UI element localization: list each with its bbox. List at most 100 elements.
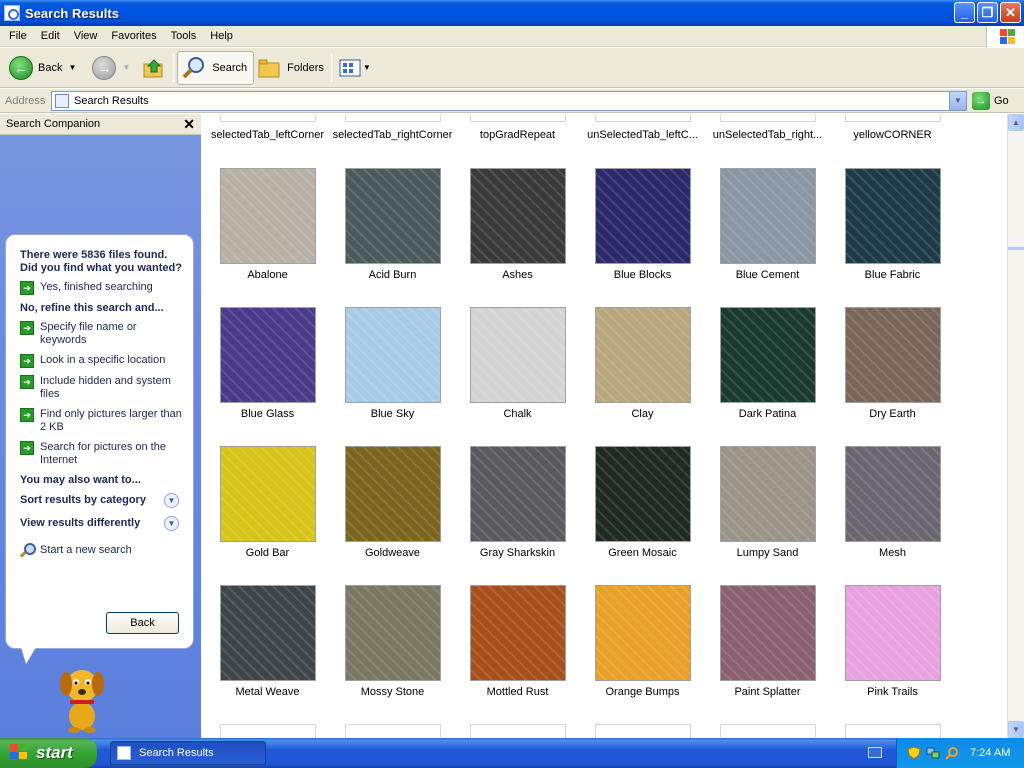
maximize-button[interactable]: ❐ bbox=[977, 2, 998, 23]
thumbnail-label[interactable]: Mottled Rust bbox=[455, 686, 580, 698]
thumbnail-item[interactable]: Gold Bar bbox=[205, 446, 330, 571]
sort-results-expander[interactable]: Sort results by category ▼ bbox=[20, 493, 183, 508]
texture-thumbnail[interactable] bbox=[720, 168, 816, 264]
thumbnail-item[interactable]: Metal Weave bbox=[205, 585, 330, 710]
texture-thumbnail[interactable] bbox=[470, 585, 566, 681]
thumbnail-label[interactable]: Abalone bbox=[205, 269, 330, 281]
partial-thumbnail[interactable] bbox=[220, 724, 316, 738]
menu-help[interactable]: Help bbox=[203, 30, 240, 42]
thumbnail-label[interactable]: Mossy Stone bbox=[330, 686, 455, 698]
texture-thumbnail[interactable] bbox=[595, 585, 691, 681]
thumbnail-item[interactable]: Clay bbox=[580, 307, 705, 432]
thumbnail-item[interactable]: Mesh bbox=[830, 446, 955, 571]
menu-view[interactable]: View bbox=[67, 30, 105, 42]
thumbnail-label[interactable]: Dry Earth bbox=[830, 408, 955, 420]
partial-thumbnail[interactable] bbox=[345, 724, 441, 738]
thumbnail-label[interactable]: Blue Cement bbox=[705, 269, 830, 281]
network-icon[interactable] bbox=[926, 746, 940, 760]
menu-favorites[interactable]: Favorites bbox=[104, 30, 163, 42]
view-results-expander[interactable]: View results differently ▼ bbox=[20, 516, 183, 531]
thumbnail-label[interactable]: Chalk bbox=[455, 408, 580, 420]
texture-thumbnail[interactable] bbox=[845, 446, 941, 542]
chevron-down-icon[interactable]: ▼ bbox=[164, 493, 179, 508]
thumbnail-item[interactable]: Dry Earth bbox=[830, 307, 955, 432]
thumbnail-item[interactable]: Blue Cement bbox=[705, 168, 830, 293]
partial-thumbnail[interactable] bbox=[345, 114, 441, 122]
views-dropdown-icon[interactable]: ▼ bbox=[363, 63, 371, 72]
texture-thumbnail[interactable] bbox=[345, 585, 441, 681]
file-label[interactable]: topGradRepeat bbox=[455, 129, 580, 141]
thumbnail-item[interactable]: Abalone bbox=[205, 168, 330, 293]
thumbnail-label[interactable]: Gray Sharkskin bbox=[455, 547, 580, 559]
thumbnail-item[interactable]: Blue Blocks bbox=[580, 168, 705, 293]
partial-thumbnail[interactable] bbox=[595, 114, 691, 122]
thumbnail-label[interactable]: Blue Blocks bbox=[580, 269, 705, 281]
partial-thumbnail[interactable] bbox=[595, 724, 691, 738]
thumbnail-label[interactable]: Clay bbox=[580, 408, 705, 420]
partial-thumbnail[interactable] bbox=[845, 114, 941, 122]
partial-thumbnail[interactable] bbox=[470, 114, 566, 122]
scroll-up-icon[interactable]: ▲ bbox=[1008, 114, 1024, 131]
thumbnail-item[interactable]: Dark Patina bbox=[705, 307, 830, 432]
minimize-button[interactable]: _ bbox=[954, 2, 975, 23]
texture-thumbnail[interactable] bbox=[345, 168, 441, 264]
new-search-link[interactable]: Start a new search bbox=[20, 543, 183, 557]
thumbnail-item[interactable]: Chalk bbox=[455, 307, 580, 432]
thumbnail-item[interactable]: Ashes bbox=[455, 168, 580, 293]
texture-thumbnail[interactable] bbox=[220, 307, 316, 403]
chevron-down-icon[interactable]: ▼ bbox=[164, 516, 179, 531]
thumbnail-label[interactable]: Goldweave bbox=[330, 547, 455, 559]
file-label[interactable]: unSelectedTab_right... bbox=[705, 129, 830, 141]
thumbnail-item[interactable]: Lumpy Sand bbox=[705, 446, 830, 571]
close-companion-icon[interactable]: ✕ bbox=[183, 116, 195, 133]
views-button[interactable]: ▼ bbox=[335, 51, 375, 85]
thumbnail-item[interactable]: Goldweave bbox=[330, 446, 455, 571]
file-label[interactable]: selectedTab_leftCorner bbox=[205, 129, 330, 141]
thumbnail-item[interactable]: Gray Sharkskin bbox=[455, 446, 580, 571]
menu-edit[interactable]: Edit bbox=[34, 30, 67, 42]
thumbnail-label[interactable]: Lumpy Sand bbox=[705, 547, 830, 559]
thumbnail-item[interactable]: Mottled Rust bbox=[455, 585, 580, 710]
texture-thumbnail[interactable] bbox=[595, 446, 691, 542]
texture-thumbnail[interactable] bbox=[470, 307, 566, 403]
partial-thumbnail[interactable] bbox=[720, 724, 816, 738]
back-dropdown-icon[interactable]: ▼ bbox=[68, 63, 76, 72]
thumbnail-label[interactable]: Pink Trails bbox=[830, 686, 955, 698]
companion-back-button[interactable]: Back bbox=[106, 612, 179, 634]
thumbnail-label[interactable]: Blue Sky bbox=[330, 408, 455, 420]
thumbnail-item[interactable]: Mossy Stone bbox=[330, 585, 455, 710]
thumbnail-label[interactable]: Paint Splatter bbox=[705, 686, 830, 698]
texture-thumbnail[interactable] bbox=[720, 446, 816, 542]
thumbnail-item[interactable]: Acid Burn bbox=[330, 168, 455, 293]
file-label[interactable]: unSelectedTab_leftC... bbox=[580, 129, 705, 141]
up-folder-button[interactable] bbox=[138, 51, 170, 85]
search-tray-icon[interactable] bbox=[945, 746, 959, 760]
thumbnail-item[interactable]: Blue Sky bbox=[330, 307, 455, 432]
partial-thumbnail[interactable] bbox=[720, 114, 816, 122]
menu-tools[interactable]: Tools bbox=[164, 30, 204, 42]
thumbnail-label[interactable]: Acid Burn bbox=[330, 269, 455, 281]
keyboard-icon[interactable] bbox=[868, 747, 882, 758]
menu-file[interactable]: File bbox=[0, 30, 34, 42]
thumbnail-label[interactable]: Green Mosaic bbox=[580, 547, 705, 559]
texture-thumbnail[interactable] bbox=[720, 585, 816, 681]
texture-thumbnail[interactable] bbox=[220, 585, 316, 681]
go-button[interactable]: → Go bbox=[972, 91, 1009, 110]
scroll-down-icon[interactable]: ▼ bbox=[1008, 721, 1024, 738]
thumbnail-item[interactable]: Green Mosaic bbox=[580, 446, 705, 571]
back-button[interactable]: ← Back ▼ bbox=[5, 51, 80, 85]
refine-link-hidden[interactable]: ➔ Include hidden and system files bbox=[20, 375, 183, 401]
close-button[interactable]: ✕ bbox=[1000, 2, 1021, 23]
partial-thumbnail[interactable] bbox=[470, 724, 566, 738]
thumbnail-label[interactable]: Blue Glass bbox=[205, 408, 330, 420]
thumbnail-label[interactable]: Gold Bar bbox=[205, 547, 330, 559]
thumbnail-item[interactable]: Blue Fabric bbox=[830, 168, 955, 293]
texture-thumbnail[interactable] bbox=[470, 446, 566, 542]
texture-thumbnail[interactable] bbox=[345, 307, 441, 403]
thumbnail-label[interactable]: Blue Fabric bbox=[830, 269, 955, 281]
address-dropdown-icon[interactable]: ▼ bbox=[949, 91, 966, 110]
partial-thumbnail[interactable] bbox=[845, 724, 941, 738]
vertical-scrollbar[interactable]: ▲ ▼ bbox=[1007, 114, 1024, 738]
texture-thumbnail[interactable] bbox=[595, 307, 691, 403]
thumbnail-label[interactable]: Orange Bumps bbox=[580, 686, 705, 698]
